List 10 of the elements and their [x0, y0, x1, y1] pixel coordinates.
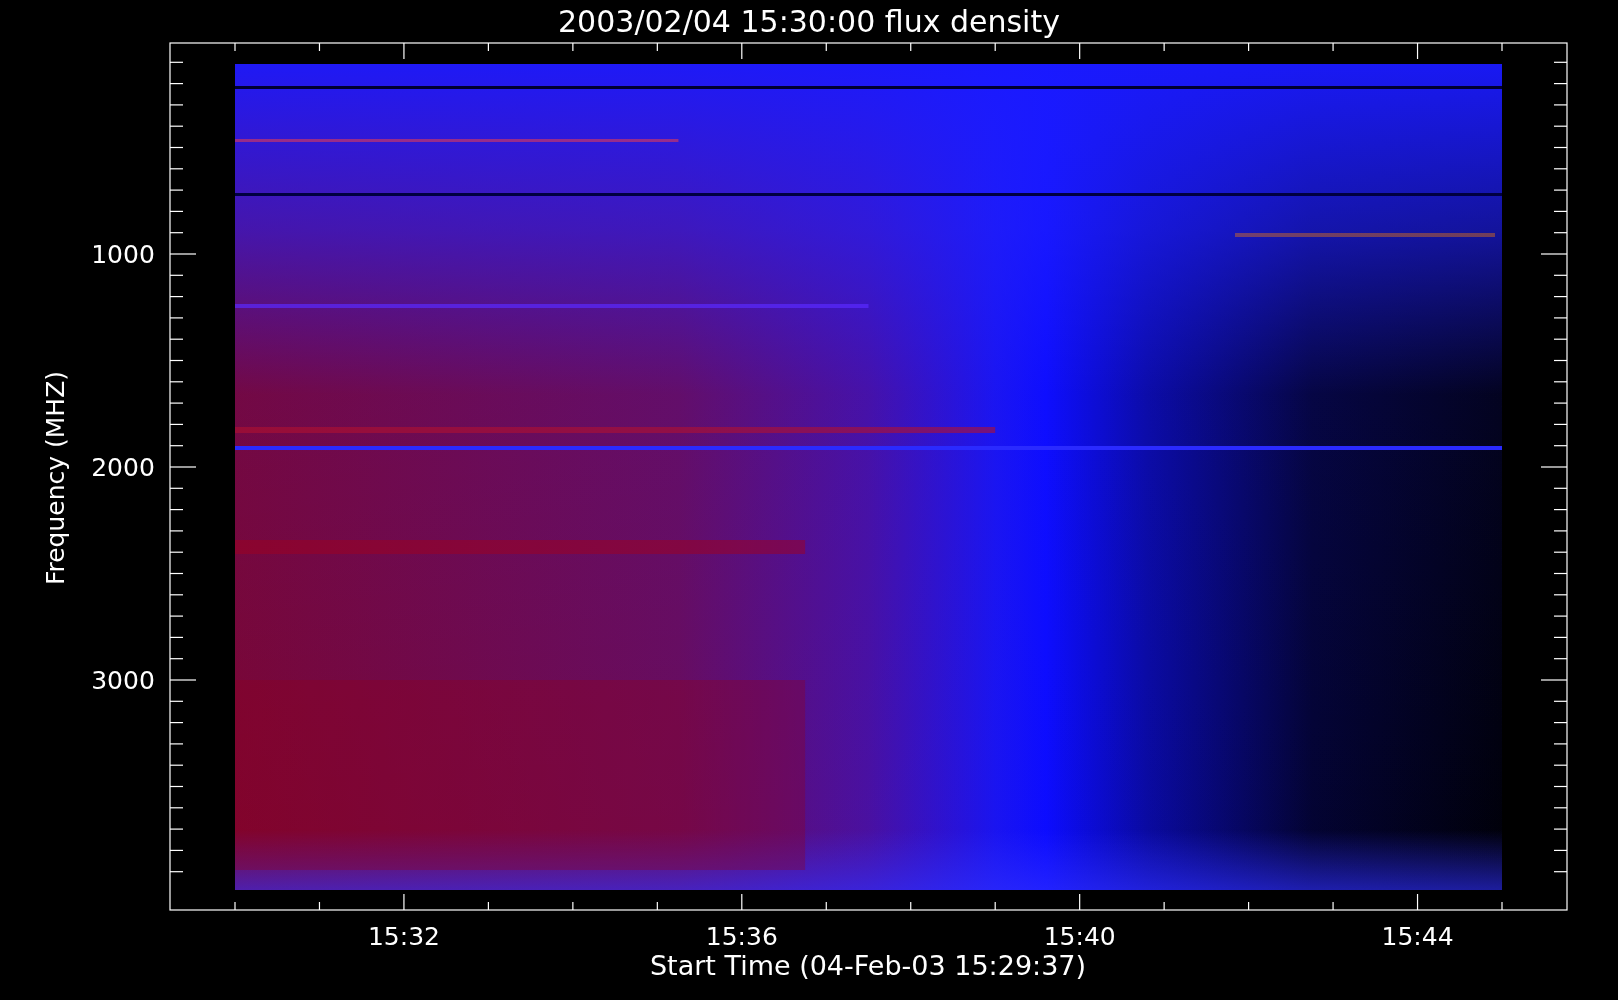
chart-title: 2003/02/04 15:30:00 flux density: [558, 4, 1060, 39]
tick-label: 2000: [91, 453, 155, 482]
tick-label: 15:44: [1381, 922, 1454, 951]
tick-label: 15:40: [1043, 922, 1116, 951]
tick-label: 15:32: [367, 922, 440, 951]
y-axis-label: Frequency (MHZ): [41, 370, 70, 586]
tick-label: 1000: [91, 240, 155, 269]
x-axis-label: Start Time (04-Feb-03 15:29:37): [649, 950, 1087, 981]
tick-label: 15:36: [705, 922, 778, 951]
tick-label: 3000: [91, 666, 155, 695]
